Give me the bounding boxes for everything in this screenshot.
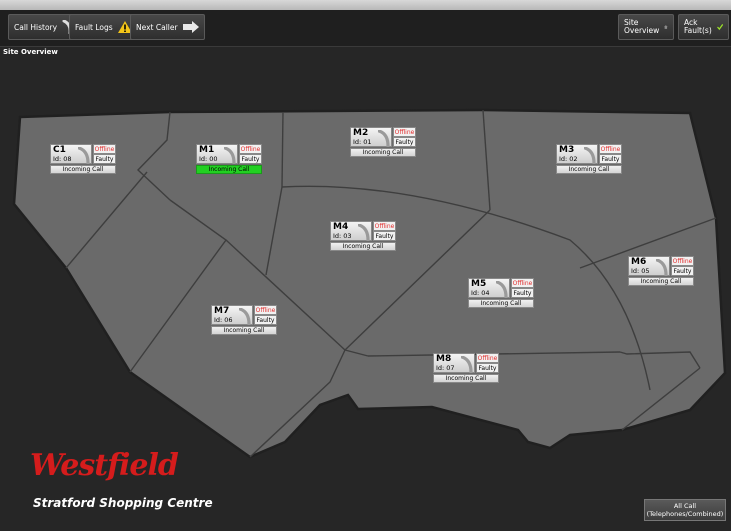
incoming-call-button[interactable]: Incoming Call: [628, 277, 694, 286]
faulty-status: Faulty: [511, 288, 534, 298]
zone-panel-m6[interactable]: M6 Id: 05 Offline Faulty Incoming Call: [628, 256, 694, 286]
zone-id: Id: 01: [353, 138, 372, 146]
zone-panel-m3[interactable]: M3 Id: 02 Offline Faulty Incoming Call: [556, 144, 622, 174]
incoming-call-button[interactable]: Incoming Call: [50, 165, 116, 174]
faulty-status: Faulty: [393, 137, 416, 147]
handset-icon: [239, 308, 251, 325]
zone-header: M2 Id: 01: [350, 127, 392, 147]
handset-icon: [378, 130, 390, 147]
zone-header: C1 Id: 08: [50, 144, 92, 164]
incoming-call-button[interactable]: Incoming Call: [468, 299, 534, 308]
zone-id: Id: 05: [631, 267, 650, 275]
zone-id: Id: 04: [471, 289, 490, 297]
offline-status: Offline: [373, 221, 396, 231]
faulty-status: Faulty: [93, 154, 116, 164]
offline-status: Offline: [254, 305, 277, 315]
all-call-button[interactable]: All Call (Telephones/Combined): [644, 499, 726, 521]
zone-header: M5 Id: 04: [468, 278, 510, 298]
handset-icon: [461, 356, 473, 373]
zone-id: Id: 00: [199, 155, 218, 163]
zone-header: M1 Id: 00: [196, 144, 238, 164]
zone-header: M7 Id: 06: [211, 305, 253, 325]
all-call-line2: (Telephones/Combined): [646, 510, 724, 518]
handset-icon: [78, 147, 90, 164]
faulty-status: Faulty: [599, 154, 622, 164]
offline-status: Offline: [239, 144, 262, 154]
handset-icon: [358, 224, 370, 241]
zone-id: Id: 02: [559, 155, 578, 163]
offline-status: Offline: [476, 353, 499, 363]
offline-status: Offline: [93, 144, 116, 154]
zone-id: Id: 08: [53, 155, 72, 163]
westfield-logo: Westfield: [30, 448, 179, 483]
handset-icon: [584, 147, 596, 164]
zone-panel-m8[interactable]: M8 Id: 07 Offline Faulty Incoming Call: [433, 353, 499, 383]
zone-header: M4 Id: 03: [330, 221, 372, 241]
zone-header: M6 Id: 05: [628, 256, 670, 276]
zone-panel-m4[interactable]: M4 Id: 03 Offline Faulty Incoming Call: [330, 221, 396, 251]
incoming-call-button[interactable]: Incoming Call: [433, 374, 499, 383]
handset-icon: [224, 147, 236, 164]
all-call-line1: All Call: [673, 502, 697, 510]
zone-panel-m2[interactable]: M2 Id: 01 Offline Faulty Incoming Call: [350, 127, 416, 157]
faulty-status: Faulty: [373, 231, 396, 241]
zone-id: Id: 06: [214, 316, 233, 324]
zone-panel-m5[interactable]: M5 Id: 04 Offline Faulty Incoming Call: [468, 278, 534, 308]
zone-code: M2: [353, 128, 369, 138]
incoming-call-button[interactable]: Incoming Call: [211, 326, 277, 335]
zone-panel-m1[interactable]: M1 Id: 00 Offline Faulty Incoming Call: [196, 144, 262, 174]
zone-panel-c1[interactable]: C1 Id: 08 Offline Faulty Incoming Call: [50, 144, 116, 174]
zone-id: Id: 07: [436, 364, 455, 372]
faulty-status: Faulty: [254, 315, 277, 325]
zone-code: M6: [631, 257, 647, 267]
zone-code: M7: [214, 306, 230, 316]
incoming-call-button[interactable]: Incoming Call: [350, 148, 416, 157]
incoming-call-button[interactable]: Incoming Call: [196, 165, 262, 174]
zone-code: M8: [436, 354, 452, 364]
zone-panel-m7[interactable]: M7 Id: 06 Offline Faulty Incoming Call: [211, 305, 277, 335]
incoming-call-button[interactable]: Incoming Call: [556, 165, 622, 174]
offline-status: Offline: [671, 256, 694, 266]
centre-name: Stratford Shopping Centre: [33, 496, 213, 510]
zone-code: M3: [559, 145, 575, 155]
faulty-status: Faulty: [671, 266, 694, 276]
handset-icon: [656, 259, 668, 276]
offline-status: Offline: [393, 127, 416, 137]
incoming-call-button[interactable]: Incoming Call: [330, 242, 396, 251]
zone-code: M1: [199, 145, 215, 155]
offline-status: Offline: [511, 278, 534, 288]
zone-code: M5: [471, 279, 487, 289]
zone-code: M4: [333, 222, 349, 232]
zone-header: M8 Id: 07: [433, 353, 475, 373]
zone-header: M3 Id: 02: [556, 144, 598, 164]
zone-id: Id: 03: [333, 232, 352, 240]
zone-code: C1: [53, 145, 66, 155]
faulty-status: Faulty: [239, 154, 262, 164]
faulty-status: Faulty: [476, 363, 499, 373]
handset-icon: [496, 281, 508, 298]
offline-status: Offline: [599, 144, 622, 154]
